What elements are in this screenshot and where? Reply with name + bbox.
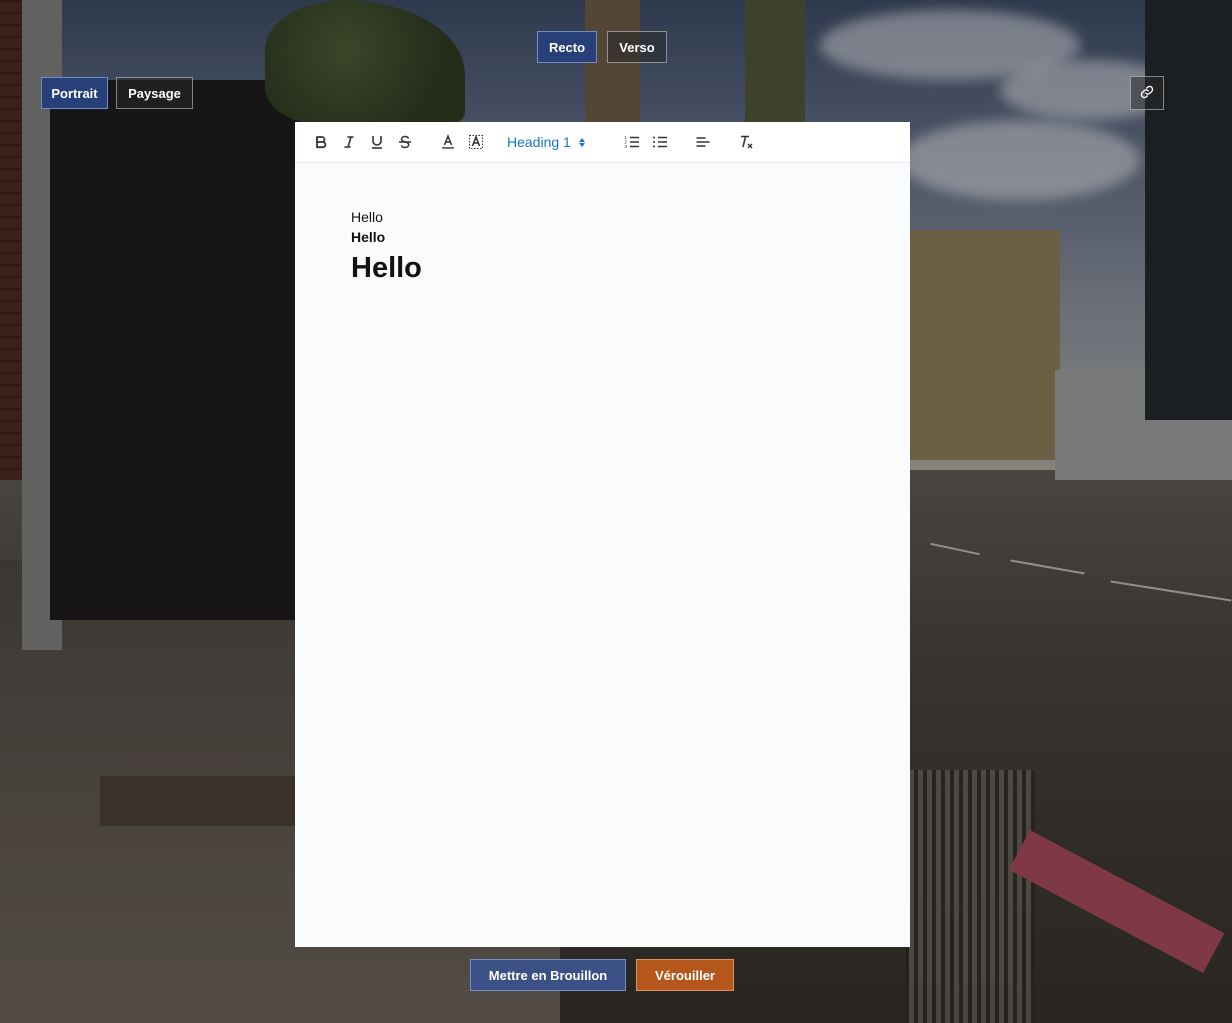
tab-verso[interactable]: Verso [607, 31, 667, 63]
underline-icon[interactable] [367, 132, 387, 152]
select-arrows-icon [578, 137, 585, 147]
highlight-icon[interactable] [466, 132, 486, 152]
bold-icon[interactable] [311, 132, 331, 152]
portrait-button[interactable]: Portrait [41, 77, 108, 109]
paysage-button[interactable]: Paysage [116, 77, 193, 109]
document-editor: Heading 1 123 Hello Hello Hello [295, 122, 910, 947]
svg-text:3: 3 [625, 144, 628, 149]
draft-button[interactable]: Mettre en Brouillon [470, 959, 626, 991]
clear-format-icon[interactable] [736, 132, 756, 152]
heading-select[interactable]: Heading 1 [507, 132, 585, 152]
document-content[interactable]: Hello Hello Hello [351, 208, 422, 288]
lock-button[interactable]: Vérouiller [636, 959, 734, 991]
editor-toolbar: Heading 1 123 [295, 122, 910, 163]
link-button[interactable] [1130, 76, 1164, 110]
heading-1[interactable]: Hello [351, 248, 422, 288]
strikethrough-icon[interactable] [395, 132, 415, 152]
link-icon [1140, 85, 1154, 102]
italic-icon[interactable] [339, 132, 359, 152]
paragraph-normal[interactable]: Hello [351, 208, 422, 226]
ordered-list-icon[interactable]: 123 [622, 132, 642, 152]
text-color-icon[interactable] [438, 132, 458, 152]
paragraph-bold[interactable]: Hello [351, 226, 422, 248]
bullet-list-icon[interactable] [650, 132, 670, 152]
heading-select-value: Heading 1 [507, 134, 571, 150]
align-left-icon[interactable] [693, 132, 713, 152]
tab-recto[interactable]: Recto [537, 31, 597, 63]
